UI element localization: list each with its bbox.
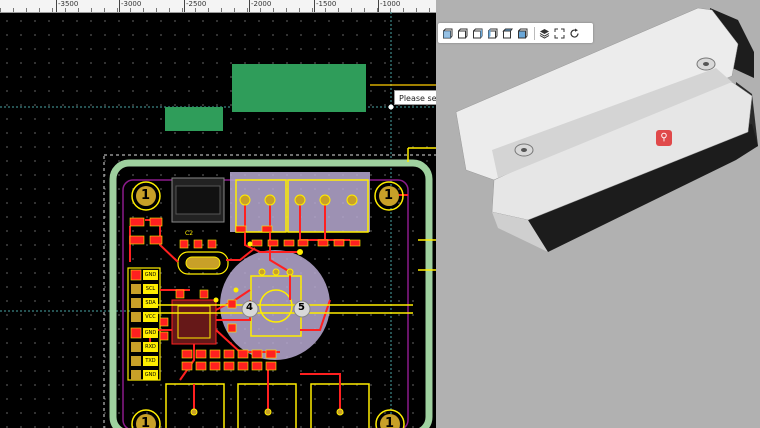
button-pin-label: 4 [246, 302, 253, 313]
via [297, 249, 303, 255]
header-label: GND [144, 372, 157, 378]
cursor-point [388, 104, 394, 110]
select-prompt-tooltip: Please sele [394, 90, 436, 105]
header-label: RXD [145, 344, 156, 350]
header-label: GND [144, 330, 157, 336]
zoom-to-fit-button[interactable]: ⚲ [656, 130, 672, 146]
toolbar-separator [534, 26, 535, 40]
pcb-layout [0, 12, 436, 428]
view-front-icon[interactable] [441, 27, 454, 40]
header-label: VCC [145, 314, 156, 320]
mount-hole-label: 1 [141, 188, 151, 203]
header-label: SDA [145, 300, 156, 306]
pcb-canvas[interactable]: -3500 -3000 -2500 -2000 -1500 -1000 1 1 … [0, 0, 436, 428]
mount-hole-label: 1 [384, 188, 394, 203]
mcu-chip [171, 299, 217, 345]
3d-view-toolbar [438, 23, 593, 43]
via [233, 287, 239, 293]
search-icon: ⚲ [660, 132, 668, 143]
screw-hole [521, 148, 527, 152]
solder-mask-region [232, 64, 366, 112]
solder-mask-region [165, 107, 223, 131]
via [247, 241, 253, 247]
usb-connector-body [175, 185, 221, 215]
view-right-icon[interactable] [486, 27, 499, 40]
view-left-icon[interactable] [471, 27, 484, 40]
crystal [185, 256, 221, 270]
header-label: TXD [145, 358, 156, 364]
header-label-column: GND SCL SDA VCC GND RXD TXD GND [143, 270, 158, 380]
header-pins [130, 269, 142, 380]
header-label: SCL [145, 286, 156, 292]
view-top-icon[interactable] [501, 27, 514, 40]
3d-view-panel[interactable]: ⚲ [436, 0, 760, 428]
layers-icon[interactable] [538, 27, 551, 40]
screw-hole [703, 62, 709, 66]
fullscreen-icon[interactable] [553, 27, 566, 40]
header-label: GND [144, 272, 157, 278]
view-bottom-icon[interactable] [516, 27, 529, 40]
3d-enclosure-model[interactable] [436, 0, 760, 428]
component-label: C2 [185, 230, 194, 237]
rotate-icon[interactable] [568, 27, 581, 40]
button-pin-label: 5 [298, 302, 305, 313]
mount-hole-label: 1 [385, 416, 395, 428]
view-back-icon[interactable] [456, 27, 469, 40]
mount-hole-label: 1 [141, 416, 151, 428]
via [213, 297, 219, 303]
